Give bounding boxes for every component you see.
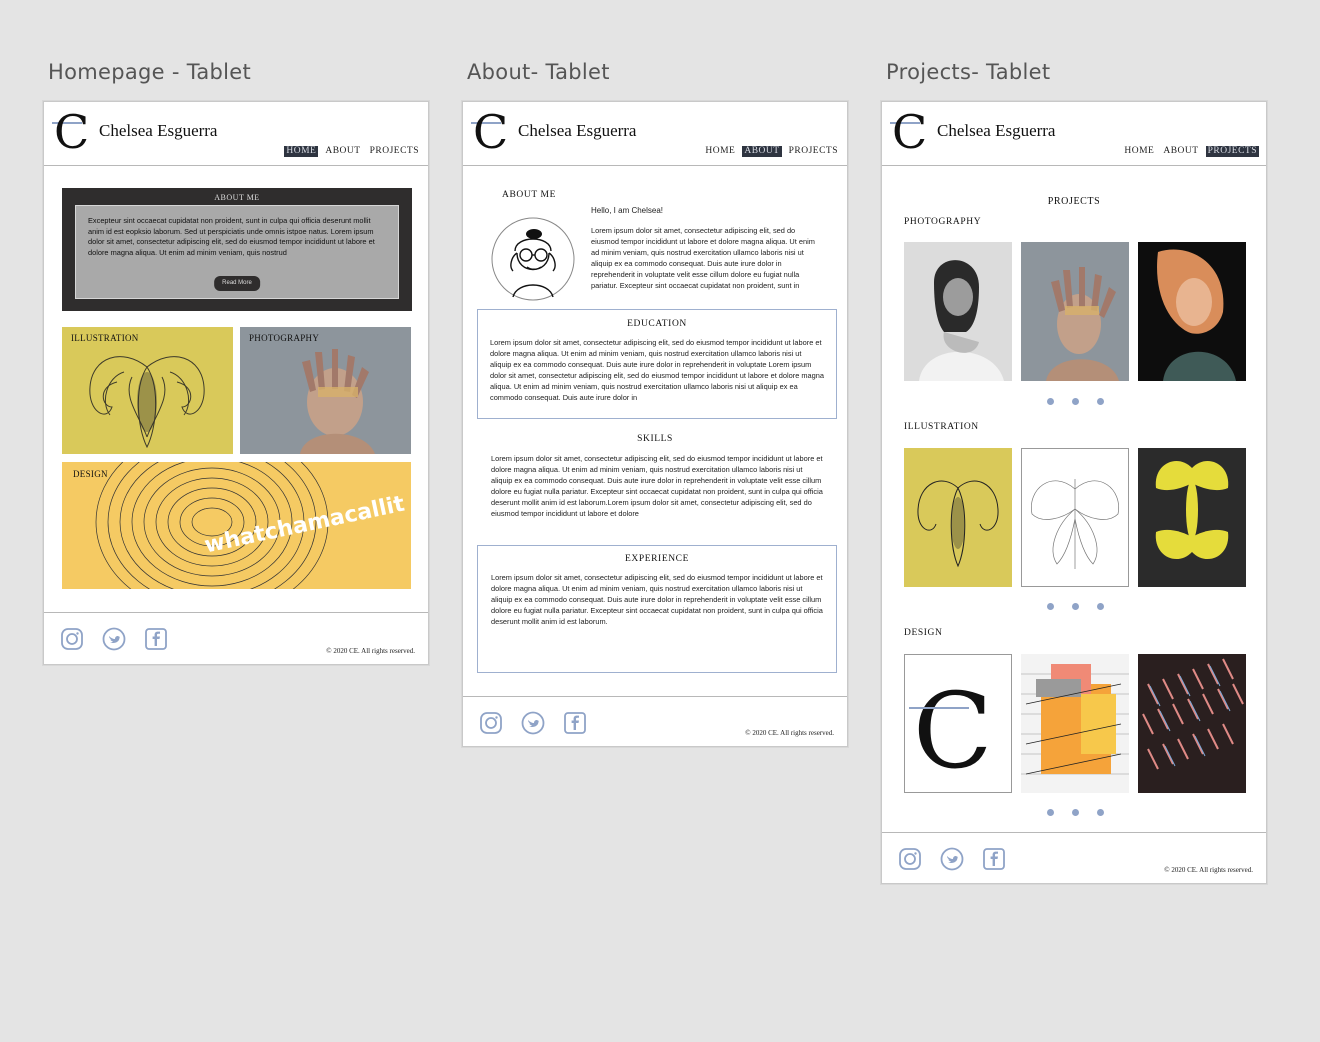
about-intro-text: Lorem ipsum dolor sit amet, consectetur … xyxy=(591,226,815,290)
carousel-dot[interactable] xyxy=(1097,809,1104,816)
artboard-title-projects: Projects- Tablet xyxy=(886,60,1051,84)
copyright: © 2020 CE. All rights reserved. xyxy=(745,729,834,737)
design-thumb-2[interactable] xyxy=(1021,654,1129,793)
twitter-icon[interactable] xyxy=(521,711,545,735)
nav-projects[interactable]: PROJECTS xyxy=(368,146,421,157)
svg-text:C: C xyxy=(913,670,993,792)
site-header: C Chelsea Esguerra HOME ABOUT PROJECTS xyxy=(882,102,1266,166)
nav-home[interactable]: HOME xyxy=(703,146,737,157)
site-header: C Chelsea Esguerra HOME ABOUT PROJECTS xyxy=(463,102,847,166)
facebook-icon[interactable] xyxy=(144,627,168,651)
design-tile[interactable]: DESIGN whatchamacallit xyxy=(62,462,411,589)
design-tile-label: DESIGN xyxy=(73,469,108,479)
logo[interactable]: C xyxy=(54,106,89,158)
copyright: © 2020 CE. All rights reserved. xyxy=(1164,866,1253,874)
carousel-dot[interactable] xyxy=(1072,398,1079,405)
facebook-icon[interactable] xyxy=(563,711,587,735)
twitter-icon[interactable] xyxy=(940,847,964,871)
site-footer: © 2020 CE. All rights reserved. xyxy=(463,696,847,746)
projects-frame: C Chelsea Esguerra HOME ABOUT PROJECTS P… xyxy=(881,101,1267,884)
instagram-icon[interactable] xyxy=(898,847,922,871)
illustration-tile-label: ILLUSTRATION xyxy=(71,333,139,343)
photo-thumb-3[interactable] xyxy=(1138,242,1246,381)
carousel-dot[interactable] xyxy=(1097,603,1104,610)
about-me-card: ABOUT ME Excepteur sint occaecat cupidat… xyxy=(62,188,412,311)
about-me-heading: ABOUT ME xyxy=(214,193,260,202)
design-art-text: whatchamacallit xyxy=(202,492,407,559)
about-frame: C Chelsea Esguerra HOME ABOUT PROJECTS A… xyxy=(462,101,848,747)
spiral-typography-art: whatchamacallit xyxy=(95,462,407,589)
education-title: EDUCATION xyxy=(627,319,687,329)
about-me-title: ABOUT ME xyxy=(502,190,556,200)
nav-home[interactable]: HOME xyxy=(1122,146,1156,157)
main-nav: HOME ABOUT PROJECTS xyxy=(703,146,840,157)
photo-thumb-1[interactable] xyxy=(904,242,1012,381)
about-me-text: Excepteur sint occaecat cupidatat non pr… xyxy=(88,216,375,257)
brand-name: Chelsea Esguerra xyxy=(99,121,218,140)
carousel-dot[interactable] xyxy=(1072,603,1079,610)
carousel-dot[interactable] xyxy=(1072,809,1079,816)
experience-section: EXPERIENCE Lorem ipsum dolor sit amet, c… xyxy=(477,545,837,673)
portrait-photo xyxy=(240,327,411,454)
avatar xyxy=(491,217,575,301)
site-footer: © 2020 CE. All rights reserved. xyxy=(882,832,1266,883)
nav-home[interactable]: HOME xyxy=(284,146,319,157)
illustration-thumb-3[interactable] xyxy=(1138,448,1246,587)
nav-about[interactable]: ABOUT xyxy=(1161,146,1200,157)
site-footer: © 2020 CE. All rights reserved. xyxy=(44,612,428,664)
about-me-panel: Excepteur sint occaecat cupidatat non pr… xyxy=(75,205,399,299)
illustration-thumb-2[interactable] xyxy=(1021,448,1129,587)
nav-about[interactable]: ABOUT xyxy=(323,146,362,157)
instagram-icon[interactable] xyxy=(60,627,84,651)
twitter-icon[interactable] xyxy=(102,627,126,651)
photo-thumb-2[interactable] xyxy=(1021,242,1129,381)
site-header: C Chelsea Esguerra HOME ABOUT PROJECTS xyxy=(44,102,428,166)
experience-text: Lorem ipsum dolor sit amet, consectetur … xyxy=(491,573,823,626)
logo[interactable]: C xyxy=(892,106,927,158)
main-nav: HOME ABOUT PROJECTS xyxy=(284,146,421,157)
illustration-tile[interactable]: ILLUSTRATION xyxy=(62,327,233,454)
photography-heading: PHOTOGRAPHY xyxy=(904,217,982,227)
instagram-icon[interactable] xyxy=(479,711,503,735)
copyright: © 2020 CE. All rights reserved. xyxy=(326,647,415,655)
illustration-carousel-dots[interactable] xyxy=(1047,603,1104,610)
education-text: Lorem ipsum dolor sit amet, consectetur … xyxy=(490,338,824,402)
photography-tile-label: PHOTOGRAPHY xyxy=(249,333,320,343)
artboard-title-home: Homepage - Tablet xyxy=(48,60,252,84)
artboard-title-about: About- Tablet xyxy=(467,60,610,84)
homepage-frame: C Chelsea Esguerra HOME ABOUT PROJECTS A… xyxy=(43,101,429,665)
nav-projects[interactable]: PROJECTS xyxy=(787,146,840,157)
ram-skull-illustration xyxy=(89,356,205,449)
main-nav: HOME ABOUT PROJECTS xyxy=(1122,146,1259,157)
skills-title: SKILLS xyxy=(637,434,673,444)
facebook-icon[interactable] xyxy=(982,847,1006,871)
carousel-dot[interactable] xyxy=(1047,603,1054,610)
carousel-dot[interactable] xyxy=(1047,398,1054,405)
photography-carousel-dots[interactable] xyxy=(1047,398,1104,405)
carousel-dot[interactable] xyxy=(1097,398,1104,405)
brand-name: Chelsea Esguerra xyxy=(937,121,1056,140)
skills-text: Lorem ipsum dolor sit amet, consectetur … xyxy=(491,454,823,518)
design-carousel-dots[interactable] xyxy=(1047,809,1104,816)
education-section: EDUCATION Lorem ipsum dolor sit amet, co… xyxy=(477,309,837,419)
design-heading: DESIGN xyxy=(904,628,943,638)
nav-projects[interactable]: PROJECTS xyxy=(1205,146,1259,157)
photography-tile[interactable]: PHOTOGRAPHY xyxy=(240,327,411,454)
read-more-button[interactable]: Read More xyxy=(214,276,260,291)
about-greeting: Hello, I am Chelsea! xyxy=(591,206,664,215)
carousel-dot[interactable] xyxy=(1047,809,1054,816)
illustration-thumb-1[interactable] xyxy=(904,448,1012,587)
logo[interactable]: C xyxy=(473,106,508,158)
brand-name: Chelsea Esguerra xyxy=(518,121,637,140)
projects-title: PROJECTS xyxy=(1047,196,1101,207)
design-thumb-1[interactable]: C xyxy=(904,654,1012,793)
illustration-heading: ILLUSTRATION xyxy=(904,422,979,432)
nav-about[interactable]: ABOUT xyxy=(742,146,782,157)
design-thumb-3[interactable] xyxy=(1138,654,1246,793)
experience-title: EXPERIENCE xyxy=(624,554,690,564)
